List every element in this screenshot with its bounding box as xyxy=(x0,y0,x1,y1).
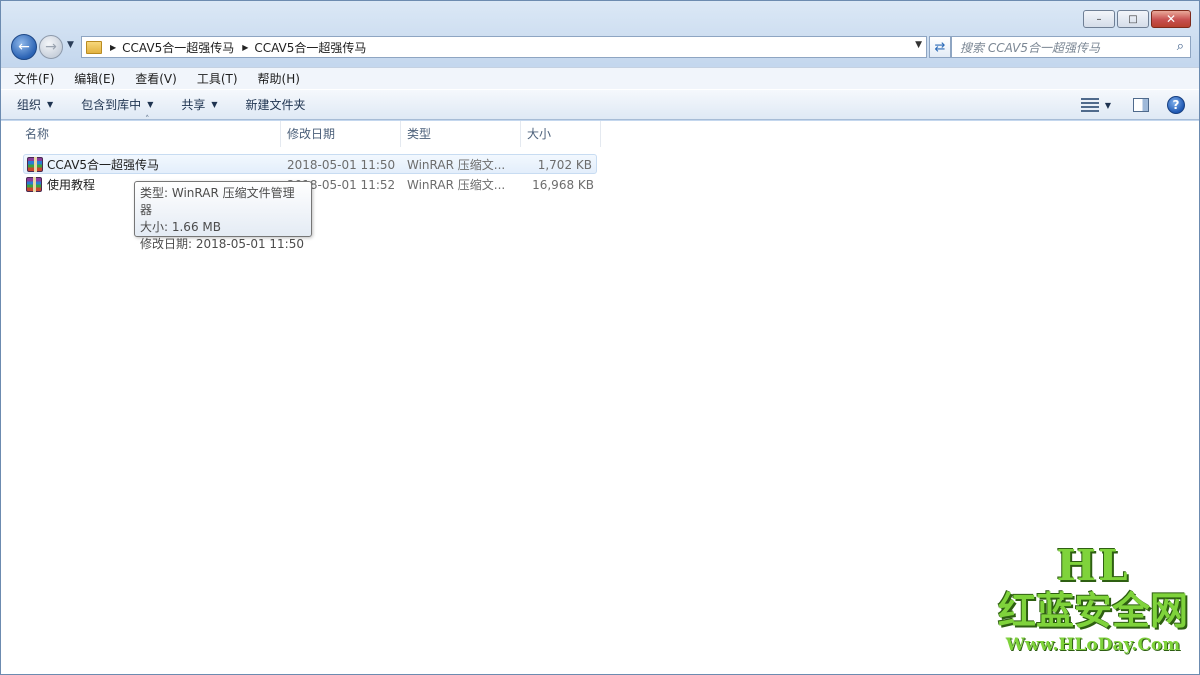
back-button[interactable]: ← xyxy=(11,34,37,60)
organize-label: 组织 xyxy=(17,98,42,112)
watermark-url: Www.HLoDay.Com xyxy=(1005,635,1181,655)
address-dropdown-icon[interactable]: ▼ xyxy=(915,40,922,50)
minimize-button[interactable]: – xyxy=(1083,10,1115,28)
file-row[interactable]: CCAV5合一超强传马 2018-05-01 11:50 WinRAR 压缩文.… xyxy=(23,154,597,174)
maximize-button[interactable]: □ xyxy=(1117,10,1149,28)
navigation-row: ← → ▼ ▶ CCAV5合一超强传马 ▶ CCAV5合一超强传马 ▼ ⇄ 搜索… xyxy=(9,33,1191,61)
menu-file[interactable]: 文件(F) xyxy=(11,70,57,87)
chevron-down-icon: ▼ xyxy=(211,100,218,109)
column-header-modified[interactable]: 修改日期 xyxy=(281,121,401,147)
command-toolbar: 组织 ▼ 包含到库中 ▼ 共享 ▼ 新建文件夹 ▼ ? xyxy=(1,89,1199,120)
new-folder-button[interactable]: 新建文件夹 xyxy=(246,96,306,113)
explorer-window: – □ ✕ ← → ▼ ▶ CCAV5合一超强传马 ▶ CCAV5合一超强传马 … xyxy=(0,0,1200,675)
breadcrumb-separator-icon[interactable]: ▶ xyxy=(110,43,116,52)
close-icon: ✕ xyxy=(1165,12,1177,26)
watermark-brand: HL xyxy=(1056,541,1130,590)
breadcrumb-separator-icon[interactable]: ▶ xyxy=(242,43,248,52)
winrar-archive-icon xyxy=(27,157,43,172)
preview-pane-icon[interactable] xyxy=(1133,98,1149,112)
winrar-archive-icon xyxy=(26,177,42,192)
folder-icon xyxy=(86,40,102,54)
watermark-logo: HL 红蓝安全网 Www.HLoDay.Com xyxy=(993,544,1193,666)
column-header-type[interactable]: 类型 xyxy=(401,121,521,147)
address-bar[interactable]: ▶ CCAV5合一超强传马 ▶ CCAV5合一超强传马 ▼ xyxy=(81,36,927,58)
maximize-icon: □ xyxy=(1128,13,1138,25)
forward-button[interactable]: → xyxy=(39,35,63,59)
share-label: 共享 xyxy=(181,98,206,112)
breadcrumb-item[interactable]: CCAV5合一超强传马 xyxy=(254,39,366,56)
file-modified: 2018-05-01 11:50 xyxy=(287,158,396,172)
chevron-down-icon: ▼ xyxy=(47,100,54,109)
menu-view[interactable]: 查看(V) xyxy=(132,70,180,87)
minimize-icon: – xyxy=(1096,13,1102,25)
tooltip-modified: 修改日期: 2018-05-01 11:50 xyxy=(140,237,304,251)
forward-arrow-icon: → xyxy=(45,39,57,55)
column-header-size[interactable]: 大小 xyxy=(521,121,601,147)
organize-button[interactable]: 组织 ▼ xyxy=(17,96,53,113)
view-dropdown-icon[interactable]: ▼ xyxy=(1105,101,1111,110)
menu-bar: 文件(F) 编辑(E) 查看(V) 工具(T) 帮助(H) xyxy=(1,67,1199,89)
recent-pages-dropdown[interactable]: ▼ xyxy=(67,40,74,50)
file-type: WinRAR 压缩文... xyxy=(407,158,506,172)
file-name: 使用教程 xyxy=(47,178,96,192)
tooltip-size: 大小: 1.66 MB xyxy=(140,220,221,234)
include-in-library-label: 包含到库中 xyxy=(81,98,142,112)
file-name: CCAV5合一超强传马 xyxy=(47,158,160,172)
refresh-button[interactable]: ⇄ xyxy=(929,36,951,58)
file-info-tooltip: 类型: WinRAR 压缩文件管理器 大小: 1.66 MB 修改日期: 201… xyxy=(134,181,312,251)
refresh-icon: ⇄ xyxy=(934,39,946,55)
file-size: 1,702 KB xyxy=(537,158,592,172)
chevron-down-icon: ▼ xyxy=(67,40,74,50)
chevron-down-icon: ▼ xyxy=(147,100,154,109)
file-list-pane: ˄ 名称 修改日期 类型 大小 CCAV5合一超强传马 2018-05-01 1… xyxy=(1,115,1199,674)
share-button[interactable]: 共享 ▼ xyxy=(181,96,217,113)
tooltip-type: 类型: WinRAR 压缩文件管理器 xyxy=(140,186,295,217)
help-icon[interactable]: ? xyxy=(1167,96,1185,114)
view-options-icon[interactable] xyxy=(1080,98,1099,112)
close-button[interactable]: ✕ xyxy=(1151,10,1191,28)
column-header-name[interactable]: 名称 xyxy=(19,121,281,147)
menu-help[interactable]: 帮助(H) xyxy=(255,70,303,87)
search-input[interactable]: 搜索 CCAV5合一超强传马 ⌕ xyxy=(951,36,1191,58)
breadcrumb-item[interactable]: CCAV5合一超强传马 xyxy=(122,39,234,56)
column-header-row: ˄ 名称 修改日期 类型 大小 xyxy=(1,115,601,147)
include-in-library-button[interactable]: 包含到库中 ▼ xyxy=(81,96,153,113)
search-icon[interactable]: ⌕ xyxy=(1177,39,1184,54)
search-placeholder: 搜索 CCAV5合一超强传马 xyxy=(960,40,1101,55)
file-type: WinRAR 压缩文... xyxy=(407,178,506,192)
new-folder-label: 新建文件夹 xyxy=(245,98,306,112)
file-size: 16,968 KB xyxy=(532,178,594,192)
menu-edit[interactable]: 编辑(E) xyxy=(71,70,118,87)
caption-buttons: – □ ✕ xyxy=(1081,10,1191,28)
watermark-name: 红蓝安全网 xyxy=(997,589,1188,633)
back-arrow-icon: ← xyxy=(18,39,30,55)
menu-tools[interactable]: 工具(T) xyxy=(194,70,241,87)
toolbar-right: ▼ ? xyxy=(1080,96,1185,114)
